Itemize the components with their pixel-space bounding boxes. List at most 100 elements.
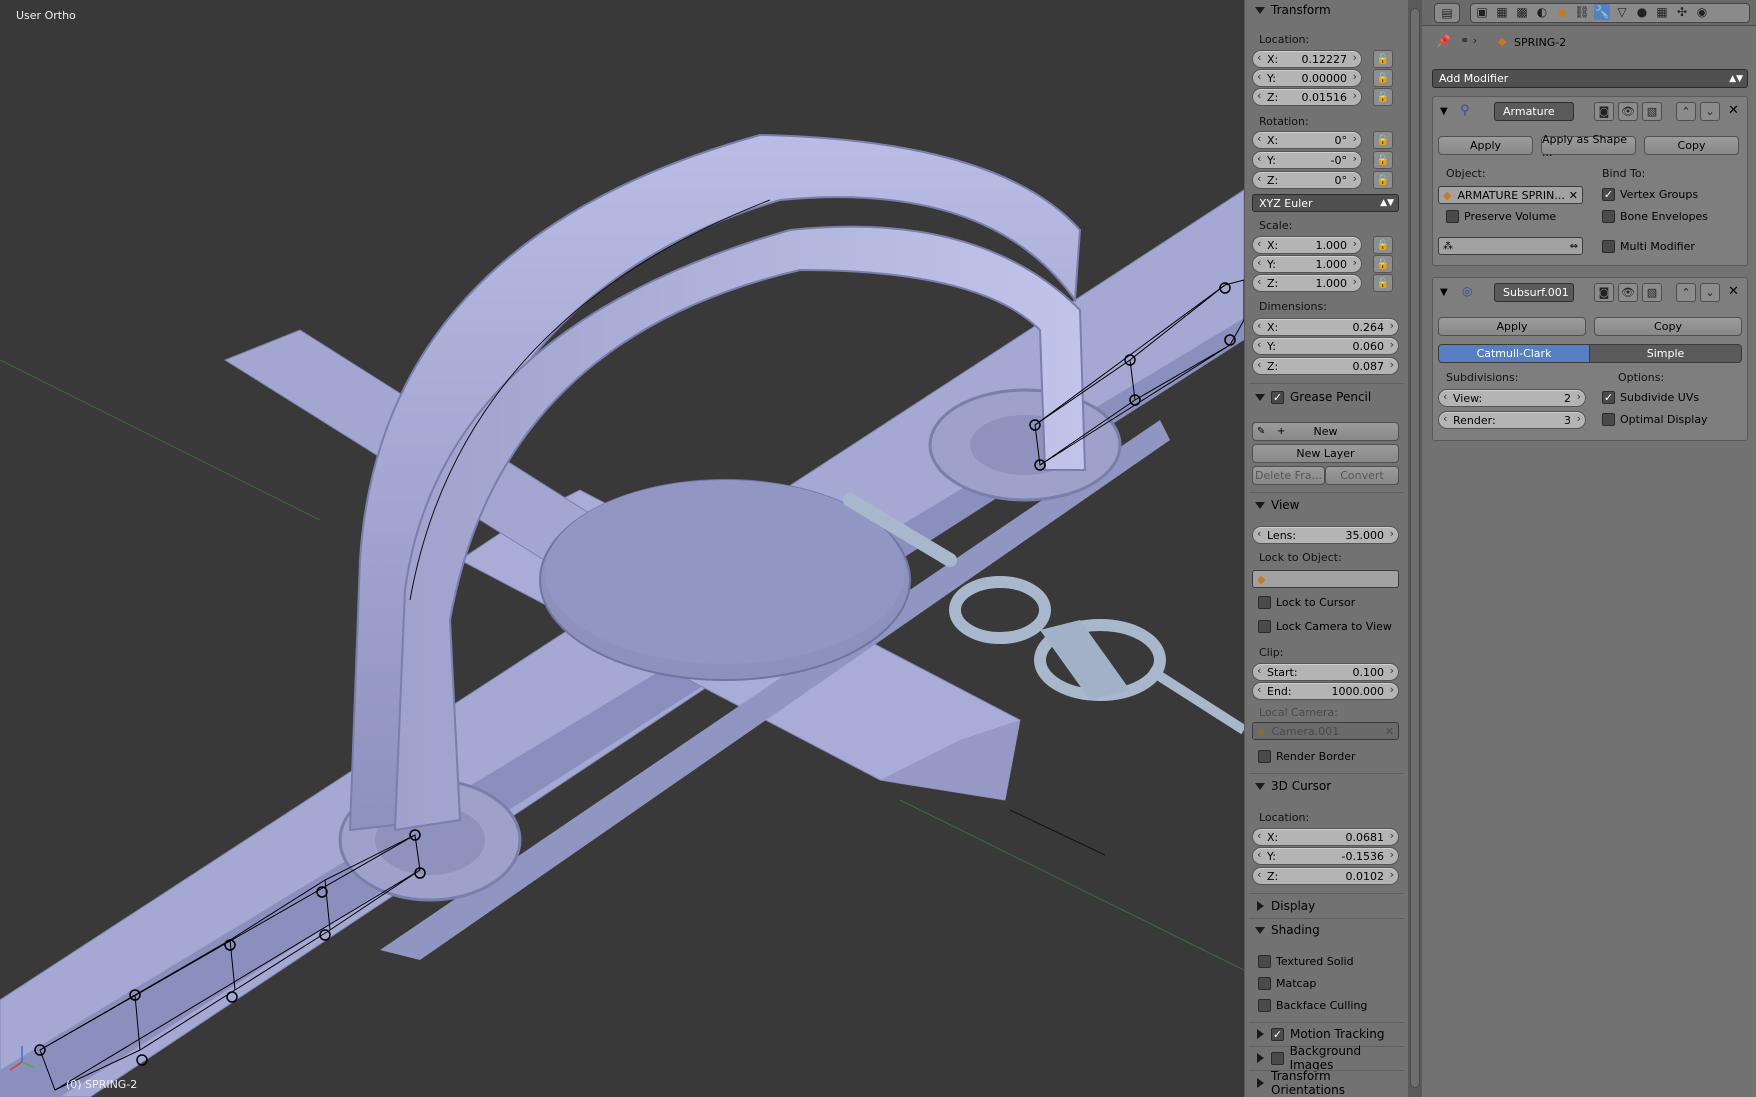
viewport-toggle-icon[interactable]: 👁 [1618,102,1638,121]
subdiv-view-field[interactable]: View:2 [1438,389,1586,407]
panel-scrollbar[interactable] [1408,0,1422,1097]
texture-tab-icon[interactable]: ▦ [1654,4,1670,20]
lock-icon[interactable]: 🔓 [1373,236,1393,254]
rotation-y-field[interactable]: Y:-0° [1252,151,1362,169]
grease-pencil-new-button[interactable]: ✎ + New [1252,422,1399,441]
invert-icon[interactable]: ⇔ [1570,241,1578,252]
lock-icon[interactable]: 🔓 [1373,255,1393,273]
scale-x-field[interactable]: X:1.000 [1252,236,1362,254]
scrollbar-handle[interactable] [1410,8,1420,1088]
shading-panel-header[interactable]: Shading [1249,920,1404,940]
location-z-field[interactable]: Z:0.01516 [1252,88,1362,106]
remove-modifier-icon[interactable]: ✕ [1728,103,1739,118]
3d-viewport[interactable]: User Ortho (0) SPRING-2 [0,0,1244,1097]
pin-icon[interactable]: 📌 [1436,34,1451,48]
lock-icon[interactable]: 🔓 [1373,171,1393,189]
multi-modifier-checkbox[interactable] [1602,240,1615,253]
subdivide-uvs-checkbox[interactable]: ✓ [1602,391,1615,404]
lock-icon[interactable]: 🔓 [1373,88,1393,106]
object-tab-icon[interactable]: ◆ [1554,4,1570,20]
particles-tab-icon[interactable]: ✣ [1674,4,1690,20]
catmull-clark-toggle[interactable]: Catmull-Clark [1438,344,1590,363]
local-camera-field[interactable]: ◆ Camera.001 ✕ [1252,722,1399,740]
convert-button[interactable]: Convert [1325,466,1399,485]
render-toggle-icon[interactable]: ◙ [1594,283,1614,302]
clip-end-field[interactable]: End:1000.000 [1252,682,1399,700]
collapse-arrow-icon[interactable]: ▼ [1440,287,1448,298]
subdiv-render-field[interactable]: Render:3 [1438,411,1586,429]
clear-icon[interactable]: ✕ [1385,725,1394,738]
transform-orientations-panel-header[interactable]: Transform Orientations [1249,1069,1404,1097]
rotation-x-field[interactable]: X:0° [1252,131,1362,149]
add-modifier-menu[interactable]: Add Modifier ▲▼ [1432,69,1748,88]
modifiers-tab-icon[interactable]: 🔧 [1594,4,1610,20]
simple-toggle[interactable]: Simple [1589,344,1742,363]
world-tab-icon[interactable]: ◐ [1534,4,1550,20]
apply-as-shape-button[interactable]: Apply as Shape ... [1541,133,1636,159]
render-layers-tab-icon[interactable]: ▦ [1494,4,1510,20]
armature-modifier-name[interactable]: Armature [1494,102,1574,121]
optimal-display-checkbox[interactable] [1602,413,1615,426]
clear-icon[interactable]: ✕ [1569,189,1578,202]
new-layer-button[interactable]: New Layer [1252,444,1399,463]
dimension-x-field[interactable]: X:0.264 [1252,318,1399,336]
matcap-checkbox[interactable] [1258,977,1271,990]
dimension-y-field[interactable]: Y:0.060 [1252,337,1399,355]
background-images-checkbox[interactable] [1271,1051,1284,1065]
move-up-icon[interactable]: ⌃ [1676,283,1696,302]
armature-apply-button[interactable]: Apply [1438,136,1533,155]
move-down-icon[interactable]: ⌄ [1700,102,1720,121]
3d-cursor-panel-header[interactable]: 3D Cursor [1249,776,1404,796]
vertex-groups-checkbox[interactable]: ✓ [1602,188,1615,201]
lock-to-object-field[interactable]: ◆ [1252,570,1399,588]
subsurf-apply-button[interactable]: Apply [1438,317,1586,336]
lens-field[interactable]: Lens:35.000 [1252,526,1399,544]
editor-type-menu[interactable]: ▤ [1434,3,1460,23]
physics-tab-icon[interactable]: ◉ [1694,4,1710,20]
transform-panel-header[interactable]: Transform [1249,0,1404,20]
grease-pencil-panel-header[interactable]: ✓ Grease Pencil [1249,387,1404,407]
subsurf-modifier-name[interactable]: Subsurf.001 [1494,283,1574,302]
remove-modifier-icon[interactable]: ✕ [1728,284,1739,299]
lock-icon[interactable]: 🔓 [1373,274,1393,292]
collapse-arrow-icon[interactable]: ▼ [1440,106,1448,117]
properties-editor[interactable]: ▤ ▣ ▦ ▩ ◐ ◆ ⛓ 🔧 ▽ ● ▦ ✣ ◉ 📌 ⚭ › ◆ SPRING… [1422,0,1756,1097]
rotation-z-field[interactable]: Z:0° [1252,171,1362,189]
move-down-icon[interactable]: ⌄ [1700,283,1720,302]
material-tab-icon[interactable]: ● [1634,4,1650,20]
editmode-toggle-icon[interactable]: ▧ [1642,283,1662,302]
armature-copy-button[interactable]: Copy [1644,136,1739,155]
delete-frame-button[interactable]: Delete Fra... [1252,466,1325,485]
view-panel-header[interactable]: View [1249,495,1404,515]
data-tab-icon[interactable]: ▽ [1614,4,1630,20]
lock-icon[interactable]: 🔓 [1373,50,1393,68]
lock-to-cursor-checkbox[interactable] [1258,596,1271,609]
clip-start-field[interactable]: Start:0.100 [1252,663,1399,681]
move-up-icon[interactable]: ⌃ [1676,102,1696,121]
vertex-group-field[interactable]: ⁂ ⇔ [1438,237,1583,255]
scale-y-field[interactable]: Y:1.000 [1252,255,1362,273]
subsurf-copy-button[interactable]: Copy [1594,317,1742,336]
dimension-z-field[interactable]: Z:0.087 [1252,357,1399,375]
display-panel-header[interactable]: Display [1249,896,1404,916]
viewport-toggle-icon[interactable]: 👁 [1618,283,1638,302]
preserve-volume-checkbox[interactable] [1446,210,1459,223]
lock-icon[interactable]: 🔓 [1373,69,1393,87]
cursor-z-field[interactable]: Z:0.0102 [1252,867,1399,885]
bone-envelopes-checkbox[interactable] [1602,210,1615,223]
properties-shelf[interactable]: Transform Location: X:0.12227 🔓 Y:0.0000… [1244,0,1408,1097]
grease-pencil-checkbox[interactable]: ✓ [1271,390,1284,404]
cursor-x-field[interactable]: X:0.0681 [1252,828,1399,846]
editmode-toggle-icon[interactable]: ▧ [1642,102,1662,121]
lock-icon[interactable]: 🔓 [1373,151,1393,169]
render-toggle-icon[interactable]: ◙ [1594,102,1614,121]
cursor-y-field[interactable]: Y:-0.1536 [1252,847,1399,865]
render-border-checkbox[interactable] [1258,750,1271,763]
scene-tab-icon[interactable]: ▩ [1514,4,1530,20]
background-images-panel-header[interactable]: Background Images [1249,1044,1404,1072]
location-x-field[interactable]: X:0.12227 [1252,50,1362,68]
lock-camera-checkbox[interactable] [1258,620,1271,633]
lock-icon[interactable]: 🔓 [1373,131,1393,149]
constraints-tab-icon[interactable]: ⛓ [1574,4,1590,20]
scale-z-field[interactable]: Z:1.000 [1252,274,1362,292]
